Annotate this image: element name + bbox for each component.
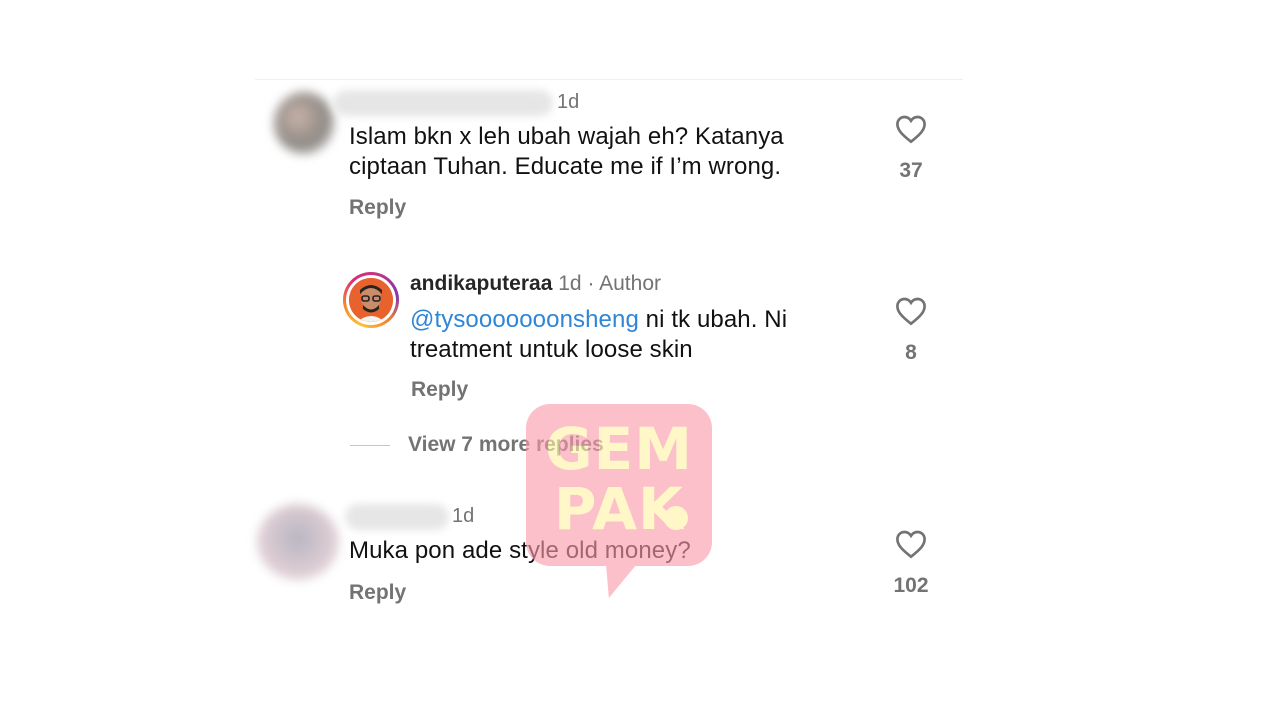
like-heart-icon[interactable] (895, 114, 927, 144)
like-count: 102 (893, 574, 929, 597)
watermark-smile-icon (664, 506, 688, 530)
author-reply-text: @tysooooooonsheng ni tk ubah. Ni treatme… (410, 305, 787, 365)
author-badge: Author (599, 272, 661, 295)
comment-text-line: Islam bkn x leh ubah wajah eh? Katanya (349, 123, 784, 150)
author-reply-header: andikaputeraa 1d · Author (410, 272, 661, 296)
reply-button[interactable]: Reply (349, 196, 406, 220)
comment-text-line: ciptaan Tuhan. Educate me if I’m wrong. (349, 153, 782, 180)
like-count: 8 (905, 341, 917, 364)
view-replies-line (350, 445, 390, 446)
reply-button[interactable]: Reply (411, 378, 468, 402)
commenter-avatar-blurred[interactable] (274, 92, 334, 154)
like-count: 37 (899, 159, 923, 182)
meta-separator: · (587, 272, 595, 295)
reply-text-line: treatment untuk loose skin (410, 336, 693, 363)
comments-top-divider (255, 79, 963, 80)
reply-button[interactable]: Reply (349, 581, 406, 605)
comment-text: Muka pon ade style old money? (349, 537, 691, 564)
reply-text-line: @tysooooooonsheng ni tk ubah. Ni (410, 305, 787, 335)
like-heart-icon[interactable] (895, 529, 927, 559)
comment-text: Islam bkn x leh ubah wajah eh? Katanya c… (349, 122, 784, 182)
comment-time: 1d (452, 505, 475, 527)
commenter-avatar-blurred[interactable] (257, 504, 339, 580)
author-avatar-photo-icon (349, 278, 393, 322)
commenter-username-blurred[interactable] (345, 504, 449, 530)
reply-time: 1d (558, 272, 582, 295)
comment-time: 1d (557, 91, 580, 113)
commenter-username-blurred[interactable] (333, 90, 553, 116)
like-heart-icon[interactable] (895, 296, 927, 326)
mention-link[interactable]: @tysooooooonsheng (410, 306, 639, 333)
reply-text-segment: ni tk ubah. Ni (638, 306, 788, 333)
author-username[interactable]: andikaputeraa (410, 272, 552, 295)
author-avatar[interactable] (343, 272, 399, 328)
watermark-line-2: PAK (553, 475, 685, 543)
view-more-replies-button[interactable]: View 7 more replies (408, 433, 604, 457)
